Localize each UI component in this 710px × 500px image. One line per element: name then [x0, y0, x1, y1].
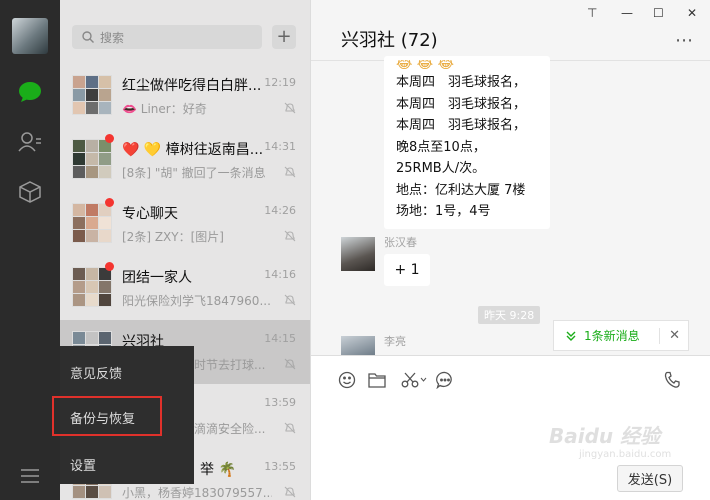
- chat-preview: 阳光保险刘学飞1847960...: [122, 294, 271, 308]
- menu-item-feedback[interactable]: 意见反馈: [70, 363, 122, 382]
- mute-bell-icon: [284, 358, 296, 370]
- folder-icon[interactable]: [367, 370, 387, 390]
- emoji-icon[interactable]: [337, 370, 357, 390]
- message-bubble: 😂 😂 😂 本周四 羽毛球报名， 本周四 羽毛球报名， 本周四 羽毛球报名， 晚…: [384, 56, 550, 229]
- user-avatar[interactable]: [12, 18, 48, 54]
- message-text: + 1: [394, 262, 420, 278]
- timestamp-chip: 昨天 9:28: [478, 306, 541, 324]
- menu-item-settings[interactable]: 设置: [70, 455, 96, 474]
- new-messages-label: 1条新消息: [584, 329, 640, 343]
- highlight-box: [52, 396, 162, 436]
- settings-popup-menu: 意见反馈 备份与恢复 设置: [52, 346, 194, 484]
- double-chevron-down-icon: [566, 331, 576, 341]
- mute-bell-icon: [284, 294, 296, 306]
- plus-icon: +: [276, 26, 292, 47]
- chat-preview: 滴滴安全险...: [194, 422, 266, 436]
- sender-avatar[interactable]: [341, 237, 375, 271]
- mute-bell-icon: [284, 166, 296, 178]
- contacts-icon[interactable]: [16, 128, 44, 156]
- minimize-button[interactable]: —: [621, 6, 633, 20]
- banner-divider: [659, 328, 660, 344]
- cube-icon[interactable]: [16, 178, 44, 206]
- message-line: 地点：亿利达大厦 7楼: [396, 182, 526, 198]
- emoji-row: 😂 😂 😂: [396, 60, 454, 72]
- send-button[interactable]: 发送(S): [617, 465, 683, 492]
- chat-name: 专心聊天: [122, 206, 178, 222]
- baidu-watermark: Baidu 经验 jingyan.baidu.com: [549, 420, 671, 460]
- group-avatar: [72, 75, 112, 115]
- chat-preview: [8条] "胡" 撤回了一条消息: [122, 166, 266, 180]
- chat-name: 红尘做伴吃得白白胖...: [122, 78, 262, 94]
- chat-preview: [2条] ZXY：[图片]: [122, 230, 224, 244]
- chat-name: 团结一家人: [122, 270, 192, 286]
- mute-bell-icon: [284, 486, 296, 498]
- chat-preview: 时节去打球...: [194, 358, 266, 372]
- chat-time: 12:19: [264, 76, 296, 89]
- message-line: 场地：1号，4号: [396, 204, 491, 219]
- chat-time: 14:15: [264, 332, 296, 345]
- video-call-icon[interactable]: [663, 370, 683, 390]
- chat-name: ❤️ 💛 樟树往返南昌...: [122, 142, 264, 158]
- watermark-url: jingyan.baidu.com: [579, 449, 672, 460]
- unread-dot: [105, 262, 114, 271]
- message-line: 晚8点至10点，: [396, 139, 486, 155]
- search-input[interactable]: 搜索: [72, 25, 262, 49]
- close-button[interactable]: ✕: [687, 6, 697, 20]
- group-avatar: [72, 203, 112, 243]
- chat-preview: 👄 Liner：好奇: [122, 102, 207, 116]
- new-messages-banner[interactable]: 1条新消息 ✕: [553, 320, 689, 351]
- chat-time: 13:55: [264, 460, 296, 473]
- message-line: 本周四 羽毛球报名，: [396, 118, 527, 133]
- screenshot-scissors-icon[interactable]: [399, 370, 429, 390]
- chat-time: 14:26: [264, 204, 296, 217]
- chat-icon[interactable]: [16, 78, 44, 106]
- chat-name: 举 🌴: [200, 462, 236, 478]
- search-placeholder: 搜索: [100, 30, 125, 45]
- left-rail: [0, 0, 60, 500]
- chat-history-icon[interactable]: [435, 370, 455, 390]
- mute-bell-icon: [284, 230, 296, 242]
- chat-item[interactable]: 团结一家人 14:16 阳光保险刘学飞1847960...: [60, 256, 310, 320]
- sender-avatar[interactable]: [341, 336, 375, 356]
- chat-item[interactable]: ❤️ 💛 樟树往返南昌... 14:31 [8条] "胡" 撤回了一条消息: [60, 128, 310, 192]
- more-options-button[interactable]: ⋯: [675, 30, 694, 51]
- chat-item[interactable]: 红尘做伴吃得白白胖... 12:19 👄 Liner：好奇: [60, 64, 310, 128]
- message-line: 25RMB人/次。: [396, 161, 486, 176]
- mute-bell-icon: [284, 422, 296, 434]
- chat-preview: 小黑，杨香婷183079557...: [122, 486, 272, 500]
- unread-dot: [105, 134, 114, 143]
- sender-name: 李亮: [384, 335, 406, 348]
- chat-item[interactable]: 专心聊天 14:26 [2条] ZXY：[图片]: [60, 192, 310, 256]
- search-icon: [82, 31, 94, 43]
- menu-icon[interactable]: [16, 462, 44, 490]
- add-button[interactable]: +: [272, 25, 296, 49]
- chat-time: 14:16: [264, 268, 296, 281]
- maximize-button[interactable]: ☐: [653, 6, 664, 20]
- chat-title: 兴羽社 (72): [341, 30, 438, 51]
- pin-button[interactable]: ⊤: [587, 6, 597, 20]
- message-line: 本周四 羽毛球报名，: [396, 75, 527, 90]
- unread-dot: [105, 198, 114, 207]
- sender-name: 张汉春: [384, 236, 417, 249]
- chat-time: 14:31: [264, 140, 296, 153]
- chat-panel: ⊤ — ☐ ✕ 兴羽社 (72) ⋯ 😂 😂 😂 本周四 羽毛球报名， 本周四 …: [310, 0, 710, 500]
- message-line: 本周四 羽毛球报名，: [396, 96, 527, 112]
- group-avatar: [72, 267, 112, 307]
- send-label: 发送(S): [627, 473, 673, 488]
- message-bubble: + 1: [384, 254, 430, 286]
- mute-bell-icon: [284, 102, 296, 114]
- watermark-brand: Baidu 经验: [549, 424, 661, 448]
- chat-time: 13:59: [264, 396, 296, 409]
- group-avatar: [72, 139, 112, 179]
- close-banner-icon[interactable]: ✕: [669, 328, 680, 343]
